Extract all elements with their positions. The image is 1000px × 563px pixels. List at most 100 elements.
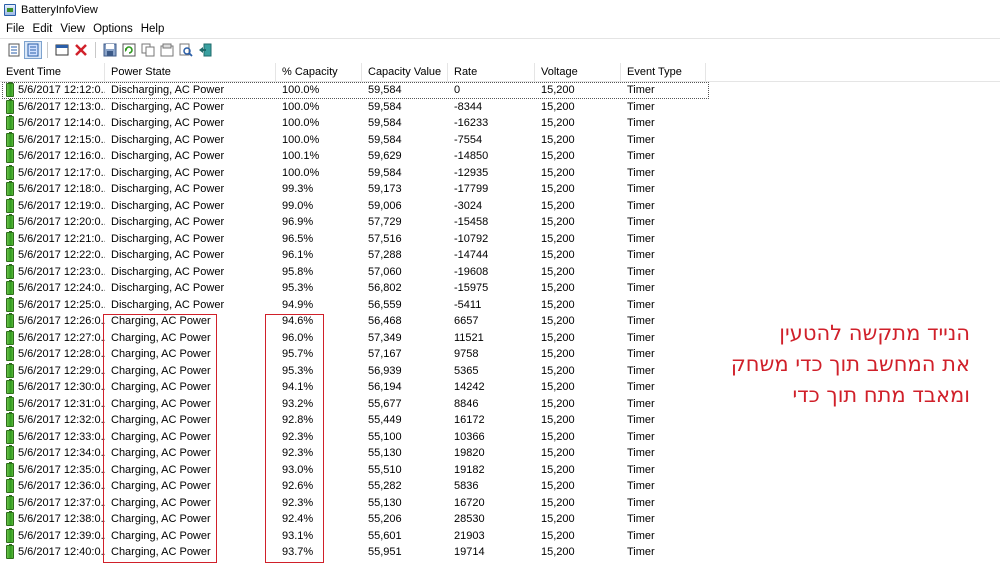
battery-information-mode-icon[interactable] xyxy=(54,42,70,58)
cell-voltage: 15,200 xyxy=(535,148,621,164)
menu-file[interactable]: File xyxy=(4,23,31,35)
battery-icon xyxy=(6,329,14,345)
table-row[interactable]: 5/6/2017 12:17:0... Discharging, AC Power… xyxy=(0,164,1000,182)
find-icon[interactable] xyxy=(178,42,194,58)
table-row[interactable]: 5/6/2017 12:12:0... Discharging, AC Power… xyxy=(0,82,1000,99)
cell-power-state-text: Charging, AC Power xyxy=(111,430,211,443)
cell-rate: -3024 xyxy=(448,198,535,214)
cell-rate-text: -8344 xyxy=(454,100,483,113)
cell-voltage: 15,200 xyxy=(535,132,621,148)
column-header-event-type[interactable]: Event Type xyxy=(621,63,706,81)
battery-icon xyxy=(6,181,14,197)
annotation-line: ומאבד מתח תוך כדי xyxy=(792,383,970,407)
cell-event-type-text: Timer xyxy=(627,282,655,295)
table-row[interactable]: 5/6/2017 12:15:0... Discharging, AC Power… xyxy=(0,131,1000,149)
table-row[interactable]: 5/6/2017 12:21:0... Discharging, AC Power… xyxy=(0,230,1000,248)
menu-help[interactable]: Help xyxy=(139,23,171,35)
column-header-event-time[interactable]: Event Time xyxy=(0,63,105,81)
cell-capacity-percent: 94.1% xyxy=(276,379,362,395)
cell-event-time: 5/6/2017 12:31:0... xyxy=(0,395,105,412)
table-row[interactable]: 5/6/2017 12:13:0... Discharging, AC Power… xyxy=(0,98,1000,116)
cell-capacity-percent-text: 99.0% xyxy=(282,199,314,212)
cell-rate-text: 10366 xyxy=(454,430,485,443)
cell-capacity-value-text: 56,802 xyxy=(368,282,402,295)
column-header-power-state[interactable]: Power State xyxy=(105,63,276,81)
cell-capacity-value-text: 59,006 xyxy=(368,199,402,212)
table-row[interactable]: 5/6/2017 12:16:0... Discharging, AC Power… xyxy=(0,148,1000,165)
cell-power-state-text: Charging, AC Power xyxy=(111,348,211,361)
cell-capacity-value: 56,802 xyxy=(362,280,448,296)
table-row[interactable]: 5/6/2017 12:34:0... Charging, AC Power 92.… xyxy=(0,445,1000,462)
cell-event-type-text: Timer xyxy=(627,529,655,542)
table-row[interactable]: 5/6/2017 12:40:0... Charging, AC Power 93.… xyxy=(0,544,1000,561)
cell-voltage: 15,200 xyxy=(535,363,621,379)
table-row[interactable]: 5/6/2017 12:32:0... Charging, AC Power 92.… xyxy=(0,412,1000,429)
html-report-all-icon[interactable] xyxy=(6,42,22,58)
menu-view[interactable]: View xyxy=(58,23,91,35)
cell-power-state: Discharging, AC Power xyxy=(105,280,276,296)
menu-edit[interactable]: Edit xyxy=(31,23,59,35)
cell-voltage: 15,200 xyxy=(535,280,621,296)
cell-rate-text: -7554 xyxy=(454,133,483,146)
table-row[interactable]: 5/6/2017 12:25:0... Discharging, AC Power… xyxy=(0,296,1000,314)
cell-power-state-text: Discharging, AC Power xyxy=(111,183,225,196)
battery-icon xyxy=(6,379,14,395)
table-row[interactable]: 5/6/2017 12:19:0... Discharging, AC Power… xyxy=(0,197,1000,215)
cell-voltage: 15,200 xyxy=(535,495,621,511)
cell-capacity-value: 56,194 xyxy=(362,379,448,395)
column-header-voltage[interactable]: Voltage xyxy=(535,63,621,81)
cell-rate: 14242 xyxy=(448,379,535,395)
cell-voltage: 15,200 xyxy=(535,330,621,346)
cell-event-type-text: Timer xyxy=(627,463,655,476)
cell-rate-text: -15975 xyxy=(454,282,489,295)
title-bar: BatteryInfoView xyxy=(0,0,1000,20)
battery-icon xyxy=(6,98,14,114)
column-header-capacity-percent[interactable]: % Capacity xyxy=(276,63,362,81)
cell-capacity-percent: 93.2% xyxy=(276,396,362,412)
delete-icon[interactable] xyxy=(73,42,89,58)
table-row[interactable]: 5/6/2017 12:37:0... Charging, AC Power 92.… xyxy=(0,494,1000,512)
cell-event-type-text: Timer xyxy=(627,183,655,196)
cell-capacity-percent-text: 92.3% xyxy=(282,447,314,460)
cell-capacity-percent-text: 100.0% xyxy=(282,117,320,130)
copy-icon[interactable] xyxy=(140,42,156,58)
cell-event-time-text: 5/6/2017 12:17:0... xyxy=(18,166,105,179)
properties-icon[interactable] xyxy=(159,42,175,58)
table-row[interactable]: 5/6/2017 12:39:0... Charging, AC Power 93.… xyxy=(0,527,1000,545)
cell-capacity-percent-text: 93.7% xyxy=(282,546,314,559)
exit-icon[interactable] xyxy=(197,42,213,58)
table-row[interactable]: 5/6/2017 12:36:0... Charging, AC Power 92.… xyxy=(0,478,1000,495)
table-row[interactable]: 5/6/2017 12:22:0... Discharging, AC Power… xyxy=(0,247,1000,264)
battery-icon xyxy=(6,82,14,98)
cell-event-time: 5/6/2017 12:28:0... xyxy=(0,346,105,362)
cell-capacity-percent: 100.1% xyxy=(276,148,362,164)
cell-event-time: 5/6/2017 12:15:0... xyxy=(0,131,105,148)
column-header-rate[interactable]: Rate xyxy=(448,63,535,81)
cell-event-time-text: 5/6/2017 12:20:0... xyxy=(18,216,105,229)
cell-voltage-text: 15,200 xyxy=(541,100,575,113)
table-row[interactable]: 5/6/2017 12:14:0... Discharging, AC Power… xyxy=(0,115,1000,132)
cell-event-time: 5/6/2017 12:13:0... xyxy=(0,98,105,115)
cell-power-state-text: Charging, AC Power xyxy=(111,414,211,427)
cell-capacity-value-text: 57,349 xyxy=(368,331,402,344)
table-row[interactable]: 5/6/2017 12:18:0... Discharging, AC Power… xyxy=(0,181,1000,198)
table-row[interactable]: 5/6/2017 12:23:0... Discharging, AC Power… xyxy=(0,263,1000,281)
save-icon[interactable] xyxy=(102,42,118,58)
battery-icon xyxy=(6,527,14,543)
cell-voltage-text: 15,200 xyxy=(541,348,575,361)
menu-options[interactable]: Options xyxy=(91,23,139,35)
table-row[interactable]: 5/6/2017 12:35:0... Charging, AC Power 93.… xyxy=(0,461,1000,479)
table-row[interactable]: 5/6/2017 12:33:0... Charging, AC Power 92.… xyxy=(0,428,1000,446)
refresh-icon[interactable] xyxy=(121,42,137,58)
cell-capacity-percent-text: 96.1% xyxy=(282,249,314,262)
cell-capacity-value-text: 56,468 xyxy=(368,315,402,328)
cell-voltage: 15,200 xyxy=(535,198,621,214)
table-row[interactable]: 5/6/2017 12:20:0... Discharging, AC Power… xyxy=(0,214,1000,231)
html-report-selected-icon[interactable] xyxy=(24,40,42,59)
column-header-capacity-value[interactable]: Capacity Value xyxy=(362,63,448,81)
table-row[interactable]: 5/6/2017 12:38:0... Charging, AC Power 92.… xyxy=(0,511,1000,528)
table-row[interactable]: 5/6/2017 12:24:0... Discharging, AC Power… xyxy=(0,280,1000,297)
cell-rate: 10366 xyxy=(448,429,535,445)
cell-event-type: Timer xyxy=(621,165,706,181)
cell-power-state-text: Discharging, AC Power xyxy=(111,249,225,262)
